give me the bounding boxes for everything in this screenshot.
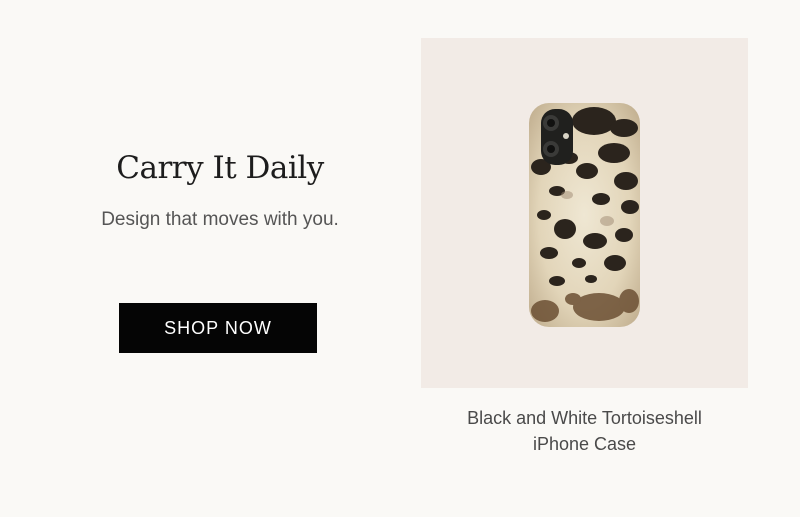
- headline: Carry It Daily: [116, 150, 324, 186]
- promo-section: Carry It Daily Design that moves with yo…: [0, 0, 800, 517]
- subheadline: Design that moves with you.: [101, 209, 339, 231]
- product-title-line-2: iPhone Case: [532, 434, 637, 454]
- shop-now-button[interactable]: SHOP NOW: [119, 303, 317, 353]
- product-title-line-1: Black and White Tortoiseshell: [467, 408, 702, 428]
- promo-text-block: Carry It Daily Design that moves with yo…: [90, 150, 350, 233]
- phone-case-image: [529, 103, 640, 327]
- product-image-card[interactable]: [421, 38, 748, 388]
- product-title[interactable]: Black and White Tortoiseshell iPhone Cas…: [421, 405, 748, 457]
